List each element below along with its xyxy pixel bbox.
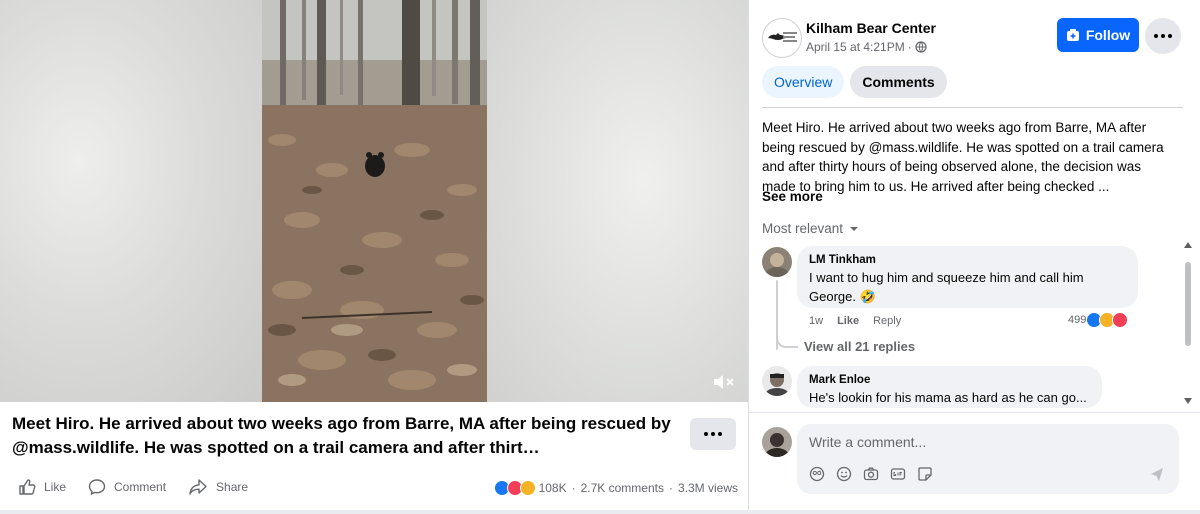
comment-reactions[interactable]: 499: [1068, 312, 1129, 328]
follow-label: Follow: [1085, 27, 1131, 43]
share-arrow-icon: [189, 479, 207, 495]
page-name-link[interactable]: Kilham Bear Center: [806, 20, 936, 36]
comment-label: Comment: [114, 480, 167, 494]
comment-age[interactable]: 1w: [809, 315, 823, 327]
video-blur-right: [487, 0, 748, 402]
sort-label: Most relevant: [762, 221, 844, 236]
forest-scene-image: [262, 0, 487, 402]
post-tabs: Overview Comments: [762, 66, 947, 98]
globe-icon: [915, 41, 927, 53]
comment-text: I want to hug him and squeeze him and ca…: [809, 270, 1084, 304]
scroll-up-arrow[interactable]: [1183, 240, 1193, 250]
post-meta: April 15 at 4:21PM ·: [806, 40, 927, 54]
emoji-icon[interactable]: [836, 466, 852, 482]
sticker-icon[interactable]: [917, 466, 933, 482]
comment-composer[interactable]: Write a comment...: [797, 424, 1179, 494]
views-count: 3.3M views: [677, 481, 738, 495]
camera-icon[interactable]: [863, 466, 879, 482]
post-description: Meet Hiro. He arrived about two weeks ag…: [762, 120, 1164, 194]
comment-input[interactable]: Write a comment...: [809, 434, 926, 450]
comment-text: He's lookin for his mama as hard as he c…: [809, 390, 1087, 405]
stats-separator: ·: [668, 481, 673, 495]
user-avatar[interactable]: [762, 427, 792, 457]
like-button[interactable]: Like: [18, 478, 66, 496]
comment-like-button[interactable]: Like: [837, 315, 859, 327]
post-action-bar: Like Comment Share: [18, 478, 270, 496]
comment-reaction-count: 499: [1068, 314, 1087, 326]
bear-logo-icon: [768, 32, 797, 42]
stats-separator: ·: [571, 481, 576, 495]
send-icon[interactable]: [1149, 466, 1165, 482]
comment-button[interactable]: Comment: [88, 478, 166, 496]
comments-scrollbar-thumb[interactable]: [1185, 262, 1191, 346]
comment-bubble: LM Tinkham I want to hug him and squeeze…: [797, 246, 1138, 308]
avatar-sticker-icon[interactable]: [809, 466, 825, 482]
video-player[interactable]: [0, 0, 748, 402]
comment-author[interactable]: LM Tinkham: [809, 253, 1126, 268]
follow-page-icon: [1066, 29, 1079, 41]
video-blur-left: [0, 0, 262, 402]
post-options-button[interactable]: [1145, 18, 1181, 54]
video-caption: Meet Hiro. He arrived about two weeks ag…: [12, 414, 671, 457]
comment-sort-dropdown[interactable]: Most relevant: [762, 221, 859, 236]
commenter-avatar[interactable]: [762, 366, 792, 396]
composer-toolbar: [809, 466, 933, 482]
tabs-divider: [762, 107, 1183, 108]
caption-more-options-button[interactable]: [690, 418, 736, 450]
reactions-count[interactable]: 108K: [539, 481, 567, 495]
comment-reply-button[interactable]: Reply: [873, 315, 901, 327]
commenter-avatar[interactable]: [762, 247, 792, 277]
tab-overview[interactable]: Overview: [762, 66, 845, 98]
reaction-icons[interactable]: [493, 480, 536, 496]
chevron-down-icon: [850, 226, 859, 231]
composer-divider: [749, 412, 1200, 413]
post-details-panel: Kilham Bear Center April 15 at 4:21PM · …: [749, 0, 1200, 510]
video-frame[interactable]: [262, 0, 487, 402]
see-more-link[interactable]: See more: [762, 189, 823, 204]
share-label: Share: [216, 480, 249, 494]
comments-count[interactable]: 2.7K comments: [581, 481, 664, 495]
more-dots-icon: [1154, 34, 1172, 38]
post-date[interactable]: April 15 at 4:21PM: [806, 40, 905, 54]
comment-bubble: Mark Enloe He's lookin for his mama as h…: [797, 366, 1102, 408]
bottom-border: [0, 510, 1200, 514]
meta-separator: ·: [907, 40, 912, 54]
scroll-down-arrow[interactable]: [1183, 396, 1193, 406]
tab-comments[interactable]: Comments: [850, 66, 947, 98]
more-dots-icon: [704, 432, 722, 436]
like-label: Like: [44, 480, 67, 494]
reply-thread-curve: [776, 328, 798, 348]
share-button[interactable]: Share: [188, 478, 248, 496]
speaker-muted-icon[interactable]: [712, 372, 736, 392]
follow-button[interactable]: Follow: [1057, 18, 1139, 52]
gif-icon[interactable]: [890, 466, 906, 482]
comment-meta: 1w Like Reply: [809, 315, 901, 327]
comment-author[interactable]: Mark Enloe: [809, 373, 1090, 388]
comment-bubble-icon: [88, 479, 106, 496]
view-replies-link[interactable]: View all 21 replies: [804, 339, 915, 354]
love-reaction-icon: [1112, 312, 1129, 328]
thumbs-up-icon: [19, 479, 36, 495]
post-stats: 108K · 2.7K comments · 3.3M views: [493, 480, 738, 496]
page-avatar[interactable]: [762, 18, 802, 58]
video-panel: Meet Hiro. He arrived about two weeks ag…: [0, 0, 748, 514]
care-reaction-icon: [519, 480, 536, 496]
